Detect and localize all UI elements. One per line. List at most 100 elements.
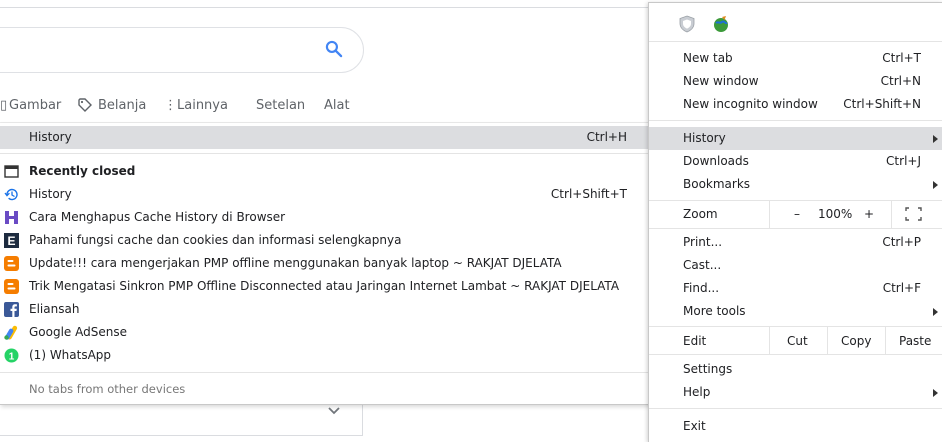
paste-button[interactable]: Paste [899,334,931,348]
menu-item-find[interactable]: Find... Ctrl+F [649,277,942,300]
menu-item-label: Settings [683,362,733,376]
svg-text:E: E [7,234,15,248]
item-shortcut: Ctrl+Shift+T [550,187,627,201]
menu-item-history[interactable]: History [649,127,942,150]
recently-closed-label: Recently closed [29,164,136,178]
menu-divider [649,326,942,327]
blogger-icon [4,279,19,294]
facebook-icon [4,302,19,317]
edit-divider [885,326,886,354]
zoom-divider [891,200,892,228]
history-icon [4,188,18,201]
search-icon[interactable] [324,39,344,59]
menu-item-label: New incognito window [683,97,818,111]
no-tabs-row: No tabs from other devices [0,378,650,401]
menu-item-zoom: Zoom – 100% + [649,203,942,226]
site-favicon-h-icon [5,211,18,224]
menu-item-new-window[interactable]: New window Ctrl+N [649,70,942,93]
zoom-in-button[interactable]: + [864,207,874,221]
edit-label: Edit [683,334,707,348]
edit-divider [827,326,828,354]
adsense-icon [4,325,18,340]
copy-button[interactable]: Copy [841,334,871,348]
recently-closed-item[interactable]: Cara Menghapus Cache History di Browser [0,206,650,229]
menu-item-downloads[interactable]: Downloads Ctrl+J [649,150,942,173]
menu-item-label: Downloads [683,154,749,168]
history-header-label: History [29,130,72,144]
menu-item-label: New tab [683,51,733,65]
history-header-shortcut: Ctrl+H [586,130,627,144]
recently-closed-heading: Recently closed [0,160,650,183]
whatsapp-icon: 1 [4,348,19,363]
menu-divider [649,120,942,121]
item-label: Cara Menghapus Cache History di Browser [29,210,286,224]
menu-item-help[interactable]: Help [649,381,942,404]
recently-closed-item[interactable]: Eliansah [0,298,650,321]
item-label: Trik Mengatasi Sinkron PMP Offline Disco… [29,279,620,293]
svg-text:1: 1 [9,351,15,362]
menu-item-shortcut: Ctrl+N [880,74,921,88]
menu-divider [649,408,942,409]
history-submenu: History Ctrl+H Recently closed History C… [0,123,651,405]
nav-more[interactable]: Lainnya [177,98,228,113]
nav-tools[interactable]: Alat [324,98,350,113]
menu-item-cast[interactable]: Cast... [649,254,942,277]
submenu-arrow-icon [933,308,938,316]
menu-item-shortcut: Ctrl+J [886,154,921,168]
item-label: Google AdSense [29,325,127,339]
menu-item-exit[interactable]: Exit [649,415,942,438]
edit-divider [769,326,770,354]
chevron-down-icon[interactable] [327,404,341,418]
zoom-out-button[interactable]: – [794,207,800,221]
menu-item-label: Find... [683,281,720,295]
search-box[interactable] [0,27,364,73]
menu-item-new-tab[interactable]: New tab Ctrl+T [649,47,942,70]
nav-shopping[interactable]: Belanja [98,98,146,113]
result-card [0,405,363,436]
menu-item-label: Print... [683,235,723,249]
item-label: Eliansah [29,302,80,316]
menu-divider [649,354,942,355]
menu-item-new-incognito[interactable]: New incognito window Ctrl+Shift+N [649,93,942,116]
menu-item-more-tools[interactable]: More tools [649,300,942,323]
site-favicon-e-icon: E [4,233,19,248]
shield-extension-icon[interactable] [678,15,696,33]
menu-item-label: New window [683,74,759,88]
menu-item-label: Bookmarks [683,177,751,191]
recently-closed-item[interactable]: Google AdSense [0,321,650,344]
tag-icon [78,98,92,116]
menu-item-label: Cast... [683,258,722,272]
nav-images-icon: ▯ [0,98,8,113]
menu-item-settings[interactable]: Settings [649,358,942,381]
cut-button[interactable]: Cut [787,334,808,348]
zoom-divider [769,200,770,228]
menu-divider [649,200,942,201]
menu-item-shortcut: Ctrl+Shift+N [843,97,921,111]
blogger-icon [4,256,19,271]
submenu-arrow-icon [933,389,938,397]
submenu-divider [0,372,650,373]
no-tabs-label: No tabs from other devices [29,382,186,396]
recently-closed-item[interactable]: Trik Mengatasi Sinkron PMP Offline Disco… [0,275,650,298]
globe-extension-icon[interactable] [712,15,730,33]
menu-item-label: Help [683,385,711,399]
item-label: (1) WhatsApp [29,348,112,362]
chrome-main-menu: New tab Ctrl+T New window Ctrl+N New inc… [648,2,942,442]
menu-item-print[interactable]: Print... Ctrl+P [649,231,942,254]
recently-closed-item[interactable]: 1 (1) WhatsApp [0,344,650,367]
recently-closed-item[interactable]: Update!!! cara mengerjakan PMP offline m… [0,252,650,275]
item-label: Update!!! cara mengerjakan PMP offline m… [29,256,562,270]
recently-closed-item[interactable]: E Pahami fungsi cache dan cookies dan in… [0,229,650,252]
menu-item-bookmarks[interactable]: Bookmarks [649,173,942,196]
nav-settings[interactable]: Setelan [256,98,305,113]
recently-closed-item[interactable]: History Ctrl+Shift+T [0,183,650,206]
menu-item-label: Exit [683,419,706,433]
fullscreen-icon[interactable] [905,207,922,221]
menu-divider [649,41,942,42]
nav-images[interactable]: Gambar [9,98,61,113]
menu-item-shortcut: Ctrl+T [882,51,921,65]
menu-divider [649,228,942,229]
menu-item-label: More tools [683,304,746,318]
submenu-arrow-icon [933,181,938,189]
history-submenu-header[interactable]: History Ctrl+H [0,126,650,149]
